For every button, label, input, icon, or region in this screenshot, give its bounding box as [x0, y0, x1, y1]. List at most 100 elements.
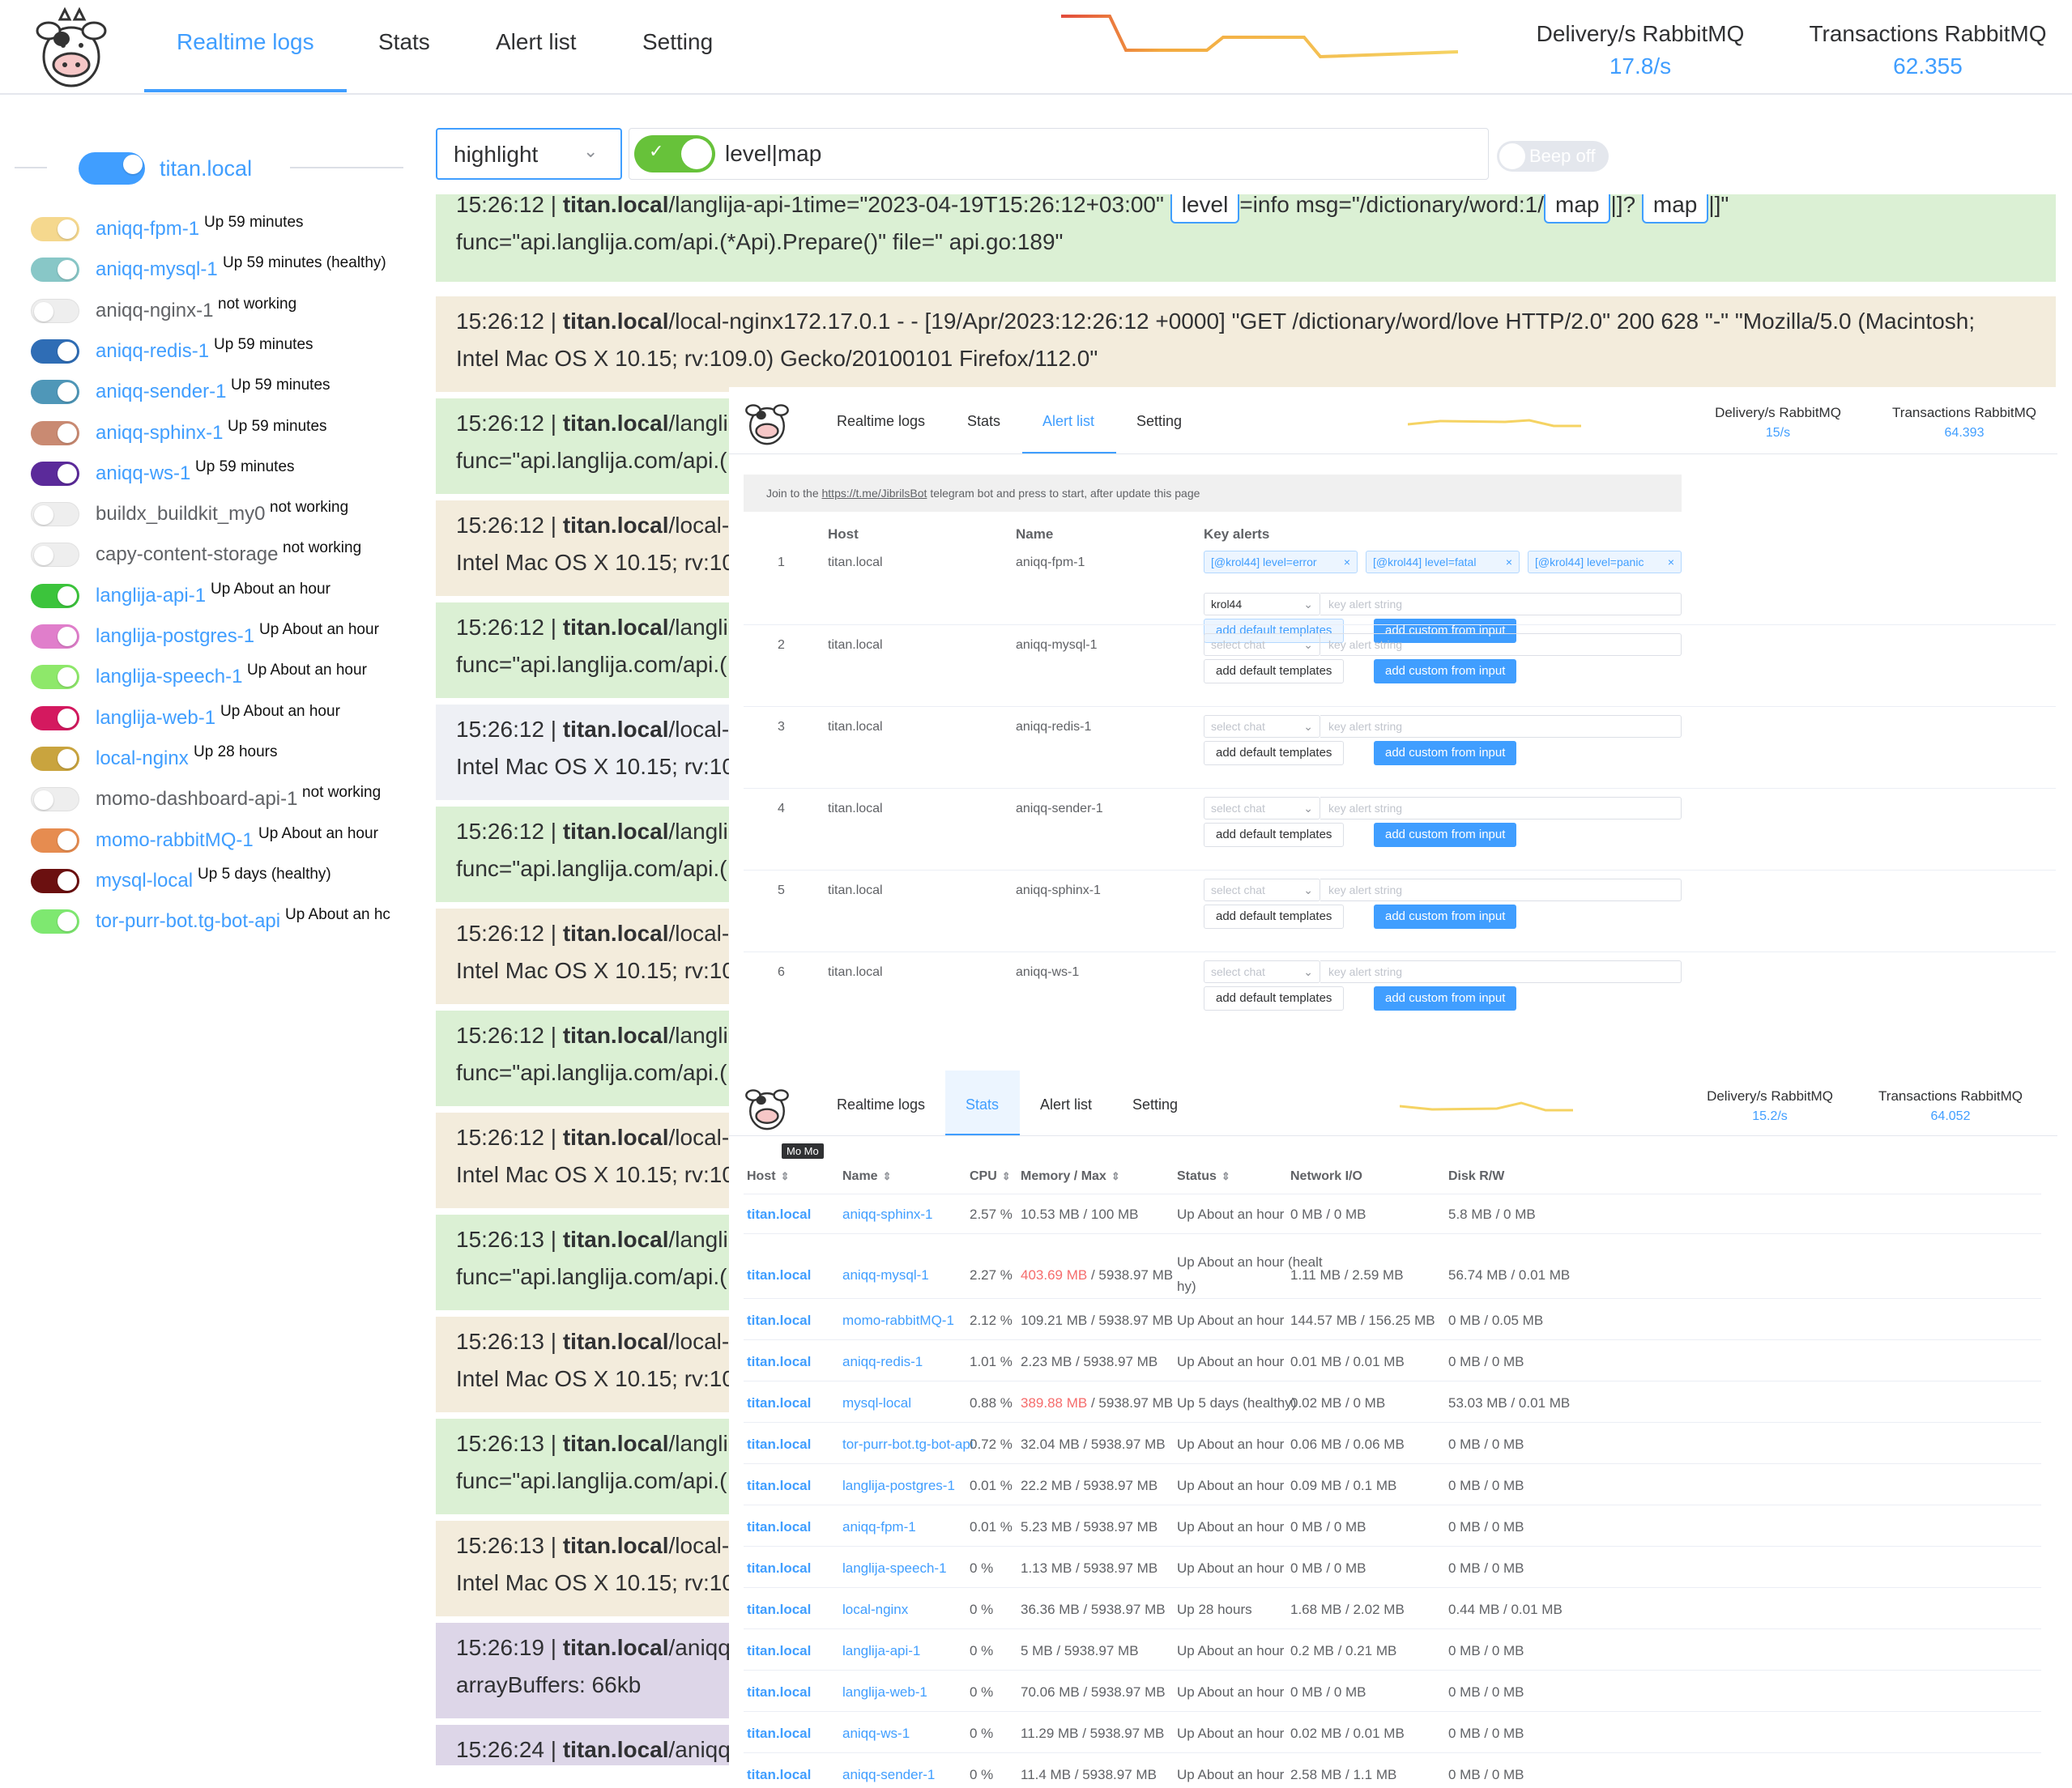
container-toggle[interactable] — [31, 624, 79, 649]
host-link[interactable]: titan.local — [747, 1643, 811, 1659]
close-icon[interactable]: × — [1668, 551, 1674, 573]
container-link[interactable]: aniqq-fpm-1 — [842, 1519, 916, 1535]
container-toggle[interactable] — [31, 258, 79, 283]
host-link[interactable]: titan.local — [747, 1313, 811, 1329]
add-default-templates-button[interactable]: add default templates — [1204, 659, 1345, 683]
container-toggle[interactable] — [31, 828, 79, 853]
tab-stats[interactable]: Stats — [966, 1096, 999, 1113]
add-default-templates-button[interactable]: add default templates — [1204, 905, 1345, 929]
container-toggle[interactable] — [31, 298, 79, 323]
add-default-templates-button[interactable]: add default templates — [1204, 823, 1345, 847]
tab-realtime-logs[interactable]: Realtime logs — [177, 29, 314, 55]
container-toggle[interactable] — [31, 787, 79, 812]
container-toggle[interactable] — [31, 420, 79, 445]
container-name[interactable]: aniqq-fpm-1 — [96, 218, 199, 241]
beep-toggle[interactable]: Beep off — [1497, 141, 1609, 172]
close-icon[interactable]: × — [1344, 551, 1350, 573]
tab-stats[interactable]: Stats — [378, 29, 430, 55]
container-name[interactable]: momo-rabbitMQ-1 — [96, 829, 254, 852]
tab-alert-list[interactable]: Alert list — [1042, 413, 1094, 430]
tab-alert-list[interactable]: Alert list — [496, 29, 577, 55]
host-link[interactable]: titan.local — [747, 1207, 811, 1223]
container-name[interactable]: langlija-speech-1 — [96, 666, 242, 688]
sort-icon[interactable]: ⇕ — [781, 1170, 790, 1182]
close-icon[interactable]: × — [1506, 551, 1512, 573]
container-name[interactable]: mysql-local — [96, 870, 193, 892]
key-alert-input[interactable]: key alert string — [1320, 797, 1682, 820]
container-toggle[interactable] — [31, 909, 79, 934]
sort-icon[interactable]: ⇕ — [1221, 1170, 1230, 1182]
container-toggle[interactable] — [31, 461, 79, 486]
filter-enable-toggle[interactable]: ✓ — [634, 135, 715, 172]
container-toggle[interactable] — [31, 543, 79, 568]
container-name[interactable]: capy-content-storage — [96, 543, 278, 566]
tab-setting[interactable]: Setting — [642, 29, 713, 55]
container-name[interactable]: aniqq-sphinx-1 — [96, 422, 223, 445]
container-toggle[interactable] — [31, 746, 79, 771]
tab-realtime-logs[interactable]: Realtime logs — [837, 1096, 925, 1113]
telegram-bot-link[interactable]: https://t.me/JibrilsBot — [822, 487, 927, 500]
container-name[interactable]: buildx_buildkit_my0 — [96, 503, 265, 526]
container-name[interactable]: langlija-api-1 — [96, 585, 206, 607]
container-name[interactable]: momo-dashboard-api-1 — [96, 788, 297, 811]
container-link[interactable]: langlija-web-1 — [842, 1684, 927, 1701]
key-alert-input[interactable]: key alert string — [1320, 715, 1682, 738]
key-alert-input[interactable]: key alert string — [1320, 960, 1682, 983]
key-alert-input[interactable]: key alert string — [1320, 593, 1682, 615]
tab-alert-list[interactable]: Alert list — [1040, 1096, 1092, 1113]
chat-select[interactable]: select chat ⌄ — [1204, 633, 1320, 656]
container-toggle[interactable] — [31, 338, 79, 364]
container-link[interactable]: aniqq-sphinx-1 — [842, 1207, 933, 1223]
host-link[interactable]: titan.local — [747, 1519, 811, 1535]
host-link[interactable]: titan.local — [747, 1684, 811, 1701]
container-name[interactable]: aniqq-nginx-1 — [96, 300, 213, 322]
container-link[interactable]: langlija-api-1 — [842, 1643, 920, 1659]
tab-setting[interactable]: Setting — [1136, 413, 1182, 430]
container-toggle[interactable] — [31, 583, 79, 608]
container-name[interactable]: langlija-web-1 — [96, 707, 215, 730]
chat-select[interactable]: select chat ⌄ — [1204, 715, 1320, 738]
container-name[interactable]: aniqq-ws-1 — [96, 462, 190, 485]
sort-icon[interactable]: ⇕ — [1111, 1170, 1120, 1182]
tab-realtime-logs[interactable]: Realtime logs — [837, 413, 925, 430]
add-custom-from-input-button[interactable]: add custom from input — [1374, 905, 1517, 929]
host-link[interactable]: titan.local — [747, 1726, 811, 1742]
host-link[interactable]: titan.local — [747, 1437, 811, 1453]
add-custom-from-input-button[interactable]: add custom from input — [1374, 659, 1517, 683]
tab-setting[interactable]: Setting — [1132, 1096, 1178, 1113]
chat-select[interactable]: select chat ⌄ — [1204, 797, 1320, 820]
add-custom-from-input-button[interactable]: add custom from input — [1374, 741, 1517, 765]
container-toggle[interactable] — [31, 665, 79, 690]
container-toggle[interactable] — [31, 217, 79, 241]
container-toggle[interactable] — [31, 502, 79, 527]
container-name[interactable]: langlija-postgres-1 — [96, 625, 254, 648]
add-custom-from-input-button[interactable]: add custom from input — [1374, 823, 1517, 847]
container-name[interactable]: aniqq-redis-1 — [96, 340, 209, 363]
sort-icon[interactable]: ⇕ — [1002, 1170, 1011, 1182]
host-link[interactable]: titan.local — [747, 1602, 811, 1618]
add-default-templates-button[interactable]: add default templates — [1204, 986, 1345, 1011]
container-name[interactable]: aniqq-sender-1 — [96, 381, 226, 403]
add-default-templates-button[interactable]: add default templates — [1204, 741, 1345, 765]
container-link[interactable]: langlija-speech-1 — [842, 1560, 947, 1577]
host-link[interactable]: titan.local — [747, 1560, 811, 1577]
container-link[interactable]: local-nginx — [842, 1602, 908, 1618]
host-link[interactable]: titan.local — [747, 1767, 811, 1783]
container-toggle[interactable] — [31, 868, 79, 893]
key-alert-input[interactable]: key alert string — [1320, 633, 1682, 656]
sort-icon[interactable]: ⇕ — [883, 1170, 892, 1182]
filter-mode-select[interactable]: highlight ⌄ — [436, 128, 622, 180]
container-name[interactable]: local-nginx — [96, 747, 189, 770]
host-link[interactable]: titan.local — [747, 1267, 811, 1284]
container-link[interactable]: aniqq-mysql-1 — [842, 1267, 929, 1284]
chat-select[interactable]: krol44 ⌄ — [1204, 593, 1320, 615]
filter-query-input[interactable]: ✓ level|map — [629, 128, 1489, 180]
add-custom-from-input-button[interactable]: add custom from input — [1374, 986, 1517, 1011]
container-link[interactable]: langlija-postgres-1 — [842, 1478, 955, 1494]
container-name[interactable]: tor-purr-bot.tg-bot-api — [96, 910, 280, 933]
chat-select[interactable]: select chat ⌄ — [1204, 960, 1320, 983]
container-toggle[interactable] — [31, 380, 79, 405]
host-link[interactable]: titan.local — [747, 1395, 811, 1411]
container-link[interactable]: aniqq-redis-1 — [842, 1354, 923, 1370]
container-link[interactable]: tor-purr-bot.tg-bot-api — [842, 1437, 974, 1453]
